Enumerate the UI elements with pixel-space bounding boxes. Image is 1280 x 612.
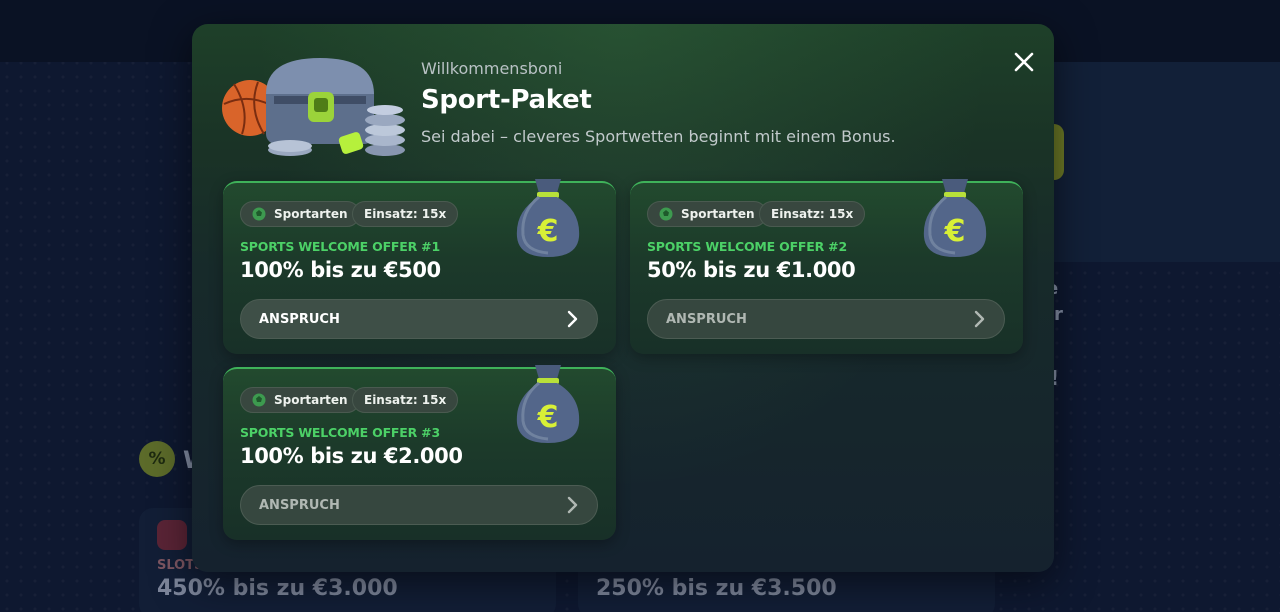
sports-ball-icon bbox=[252, 393, 266, 407]
welcome-bonus-modal: Willkommensboni Sport-Paket Sei dabei – … bbox=[192, 24, 1054, 572]
sports-chip-label: Sportarten bbox=[274, 393, 348, 407]
claim-button[interactable]: ANSPRUCH bbox=[240, 299, 598, 339]
claim-button[interactable]: ANSPRUCH bbox=[240, 485, 598, 525]
modal-subtitle: Sei dabei – cleveres Sportwetten beginnt… bbox=[421, 127, 896, 146]
side-panel bbox=[1040, 62, 1280, 262]
percent-icon: % bbox=[139, 441, 175, 477]
offer-amount: 100% bis zu €500 bbox=[240, 258, 441, 282]
chevron-right-icon bbox=[567, 310, 578, 328]
sports-chip: Sportarten bbox=[240, 201, 360, 227]
modal-kicker: Willkommensboni bbox=[421, 59, 563, 78]
background-card-amount: 450% bis zu €3.000 bbox=[157, 576, 398, 601]
chevron-right-icon bbox=[567, 496, 578, 514]
wager-chip: Einsatz: 15x bbox=[352, 201, 459, 227]
offer-card-2: Sportarten Einsatz: 15x € SPORTS WELCOME… bbox=[630, 179, 1023, 354]
euro-moneybag-icon: € bbox=[923, 179, 987, 257]
claim-button-label: ANSPRUCH bbox=[666, 311, 747, 327]
offer-amount: 100% bis zu €2.000 bbox=[240, 444, 463, 468]
treasure-chest-icon bbox=[222, 58, 405, 156]
sports-chip-label: Sportarten bbox=[681, 207, 755, 221]
slots-badge-icon bbox=[157, 520, 187, 550]
claim-button-label: ANSPRUCH bbox=[259, 311, 340, 327]
chevron-right-icon bbox=[974, 310, 985, 328]
offer-label: SPORTS WELCOME OFFER #2 bbox=[647, 239, 847, 254]
svg-text:€: € bbox=[537, 400, 559, 435]
sports-ball-icon bbox=[252, 207, 266, 221]
claim-button-label: ANSPRUCH bbox=[259, 497, 340, 513]
close-icon[interactable] bbox=[1010, 48, 1038, 76]
euro-moneybag-icon: € bbox=[516, 365, 580, 443]
offer-label: SPORTS WELCOME OFFER #1 bbox=[240, 239, 440, 254]
modal-title: Sport-Paket bbox=[421, 85, 592, 115]
wager-chip: Einsatz: 15x bbox=[759, 201, 866, 227]
euro-moneybag-icon: € bbox=[516, 179, 580, 257]
offer-card-3: Sportarten Einsatz: 15x € SPORTS WELCOME… bbox=[223, 365, 616, 540]
svg-text:€: € bbox=[944, 214, 966, 249]
claim-button[interactable]: ANSPRUCH bbox=[647, 299, 1005, 339]
background-card-amount: 250% bis zu €3.500 bbox=[596, 576, 837, 601]
offer-card-1: Sportarten Einsatz: 15x € SPORTS WELCOME… bbox=[223, 179, 616, 354]
offer-amount: 50% bis zu €1.000 bbox=[647, 258, 856, 282]
svg-text:€: € bbox=[537, 214, 559, 249]
sports-chip: Sportarten bbox=[240, 387, 360, 413]
side-text-fragment: r bbox=[1054, 304, 1063, 325]
sports-ball-icon bbox=[659, 207, 673, 221]
offer-label: SPORTS WELCOME OFFER #3 bbox=[240, 425, 440, 440]
sports-chip-label: Sportarten bbox=[274, 207, 348, 221]
wager-chip: Einsatz: 15x bbox=[352, 387, 459, 413]
sports-chip: Sportarten bbox=[647, 201, 767, 227]
